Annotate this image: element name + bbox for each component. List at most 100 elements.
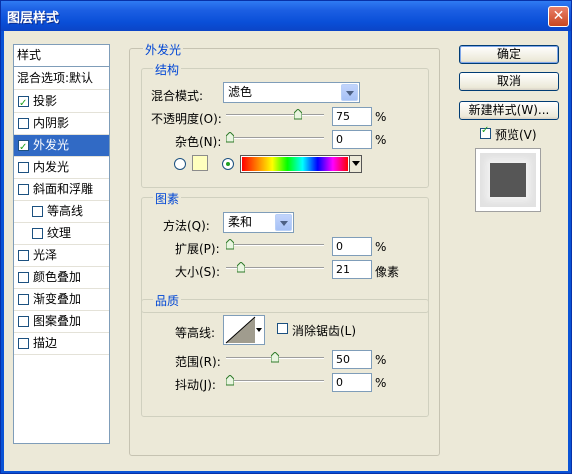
blend-mode-label: 混合模式: bbox=[151, 89, 204, 103]
jitter-slider-thumb[interactable] bbox=[226, 375, 234, 386]
inner-shadow-checkbox[interactable] bbox=[18, 118, 29, 129]
blend-mode-select[interactable]: 滤色 bbox=[223, 82, 360, 103]
style-item-label: 渐变叠加 bbox=[33, 292, 82, 306]
antialias-checkbox[interactable] bbox=[277, 323, 288, 334]
glow-color-swatch[interactable] bbox=[192, 155, 208, 171]
size-slider-thumb[interactable] bbox=[237, 262, 245, 273]
style-item-label: 内发光 bbox=[33, 160, 70, 174]
style-item-label: 外发光 bbox=[33, 138, 70, 152]
style-item-inner-glow[interactable]: 内发光 bbox=[14, 157, 109, 179]
preview-label: 预览(V) bbox=[495, 128, 537, 142]
style-item-texture[interactable]: 纹理 bbox=[14, 223, 109, 245]
jitter-slider-track[interactable] bbox=[226, 380, 324, 382]
jitter-unit: % bbox=[375, 376, 387, 390]
style-item-label: 描边 bbox=[33, 336, 58, 350]
style-item-bevel-emboss[interactable]: 斜面和浮雕 bbox=[14, 179, 109, 201]
preview-swatch bbox=[490, 163, 526, 197]
spread-slider-track[interactable] bbox=[226, 244, 324, 246]
spread-label: 扩展(P): bbox=[175, 242, 220, 256]
chevron-down-icon bbox=[352, 161, 360, 166]
window-title: 图层样式 bbox=[7, 11, 60, 26]
style-item-label: 内阴影 bbox=[33, 116, 70, 130]
contour-label: 等高线: bbox=[175, 326, 216, 340]
color-overlay-checkbox[interactable] bbox=[18, 272, 29, 283]
style-item-stroke[interactable]: 描边 bbox=[14, 333, 109, 355]
solid-color-radio[interactable] bbox=[174, 158, 186, 170]
style-item-label: 等高线 bbox=[47, 204, 84, 218]
style-item-gradient-overlay[interactable]: 渐变叠加 bbox=[14, 289, 109, 311]
contour-preview bbox=[225, 316, 256, 344]
style-item-label: 光泽 bbox=[33, 248, 58, 262]
close-icon: ✕ bbox=[552, 8, 565, 24]
noise-slider-thumb[interactable] bbox=[226, 132, 234, 143]
gradient-radio[interactable] bbox=[222, 158, 234, 170]
range-slider-thumb[interactable] bbox=[271, 352, 279, 363]
style-item-label: 图案叠加 bbox=[33, 314, 82, 328]
style-item-label: 投影 bbox=[33, 94, 58, 108]
size-unit: 像素 bbox=[375, 265, 400, 279]
preview-checkbox[interactable] bbox=[480, 125, 491, 139]
structure-title: 结构 bbox=[153, 61, 182, 78]
gradient-overlay-checkbox[interactable] bbox=[18, 294, 29, 305]
style-list-header: 样式 bbox=[14, 45, 109, 67]
style-item-drop-shadow[interactable]: 投影 bbox=[14, 91, 109, 114]
opacity-slider-track[interactable] bbox=[226, 114, 324, 116]
style-item-contour[interactable]: 等高线 bbox=[14, 201, 109, 223]
contour-checkbox[interactable] bbox=[32, 206, 43, 217]
opacity-input[interactable]: 75 bbox=[332, 107, 372, 126]
bevel-emboss-checkbox[interactable] bbox=[18, 184, 29, 195]
style-item-outer-glow[interactable]: 外发光 bbox=[14, 135, 109, 158]
range-unit: % bbox=[375, 353, 387, 367]
technique-label: 方法(Q): bbox=[163, 219, 210, 233]
jitter-label: 抖动(J): bbox=[175, 378, 216, 392]
gradient-picker[interactable] bbox=[240, 155, 362, 173]
antialias-label: 消除锯齿(L) bbox=[292, 324, 357, 338]
style-item-inner-shadow[interactable]: 内阴影 bbox=[14, 113, 109, 135]
dialog-body: 样式 混合选项:默认 投影 内阴影 外发光 内发光 斜面和浮雕 bbox=[4, 31, 568, 471]
technique-select[interactable]: 柔和 bbox=[223, 212, 294, 233]
size-label: 大小(S): bbox=[175, 265, 221, 279]
gradient-preview bbox=[242, 157, 348, 171]
spread-input[interactable]: 0 bbox=[332, 237, 372, 256]
preview-canvas bbox=[480, 153, 536, 207]
title-bar[interactable]: 图层样式 ✕ bbox=[1, 1, 571, 31]
chevron-down-icon bbox=[341, 84, 358, 101]
noise-unit: % bbox=[375, 133, 387, 147]
opacity-slider-thumb[interactable] bbox=[293, 109, 302, 120]
spread-unit: % bbox=[375, 240, 387, 254]
contour-picker[interactable] bbox=[223, 315, 265, 345]
satin-checkbox[interactable] bbox=[18, 250, 29, 261]
opacity-unit: % bbox=[375, 110, 387, 124]
texture-checkbox[interactable] bbox=[32, 228, 43, 239]
elements-title: 图素 bbox=[153, 190, 182, 207]
stroke-checkbox[interactable] bbox=[18, 338, 29, 349]
blend-options-item[interactable]: 混合选项:默认 bbox=[14, 68, 109, 90]
opacity-label: 不透明度(O): bbox=[151, 112, 222, 126]
style-preview bbox=[475, 148, 541, 212]
range-label: 范围(R): bbox=[175, 355, 221, 369]
cancel-button[interactable]: 取消 bbox=[459, 72, 559, 91]
chevron-down-icon bbox=[275, 214, 292, 231]
style-item-color-overlay[interactable]: 颜色叠加 bbox=[14, 267, 109, 289]
outer-glow-checkbox[interactable] bbox=[18, 137, 29, 158]
ok-button[interactable]: 确定 bbox=[459, 45, 559, 64]
style-item-label: 纹理 bbox=[47, 226, 72, 240]
panel-title: 外发光 bbox=[143, 41, 184, 58]
pattern-overlay-checkbox[interactable] bbox=[18, 316, 29, 327]
chevron-down-icon bbox=[256, 328, 262, 332]
range-input[interactable]: 50 bbox=[332, 350, 372, 369]
size-input[interactable]: 21 bbox=[332, 260, 372, 279]
noise-slider-track[interactable] bbox=[226, 137, 324, 139]
dialog-window: 图层样式 ✕ 样式 混合选项:默认 投影 内阴影 外发光 内发光 bbox=[0, 0, 572, 474]
jitter-input[interactable]: 0 bbox=[332, 373, 372, 392]
blend-mode-value: 滤色 bbox=[228, 85, 253, 99]
drop-shadow-checkbox[interactable] bbox=[18, 93, 29, 114]
gradient-dropdown-arrow[interactable] bbox=[349, 156, 361, 172]
spread-slider-thumb[interactable] bbox=[226, 239, 234, 250]
new-style-button[interactable]: 新建样式(W)... bbox=[459, 101, 559, 120]
inner-glow-checkbox[interactable] bbox=[18, 162, 29, 173]
noise-input[interactable]: 0 bbox=[332, 130, 372, 149]
style-item-pattern-overlay[interactable]: 图案叠加 bbox=[14, 311, 109, 333]
style-item-satin[interactable]: 光泽 bbox=[14, 245, 109, 267]
close-button[interactable]: ✕ bbox=[548, 6, 569, 27]
